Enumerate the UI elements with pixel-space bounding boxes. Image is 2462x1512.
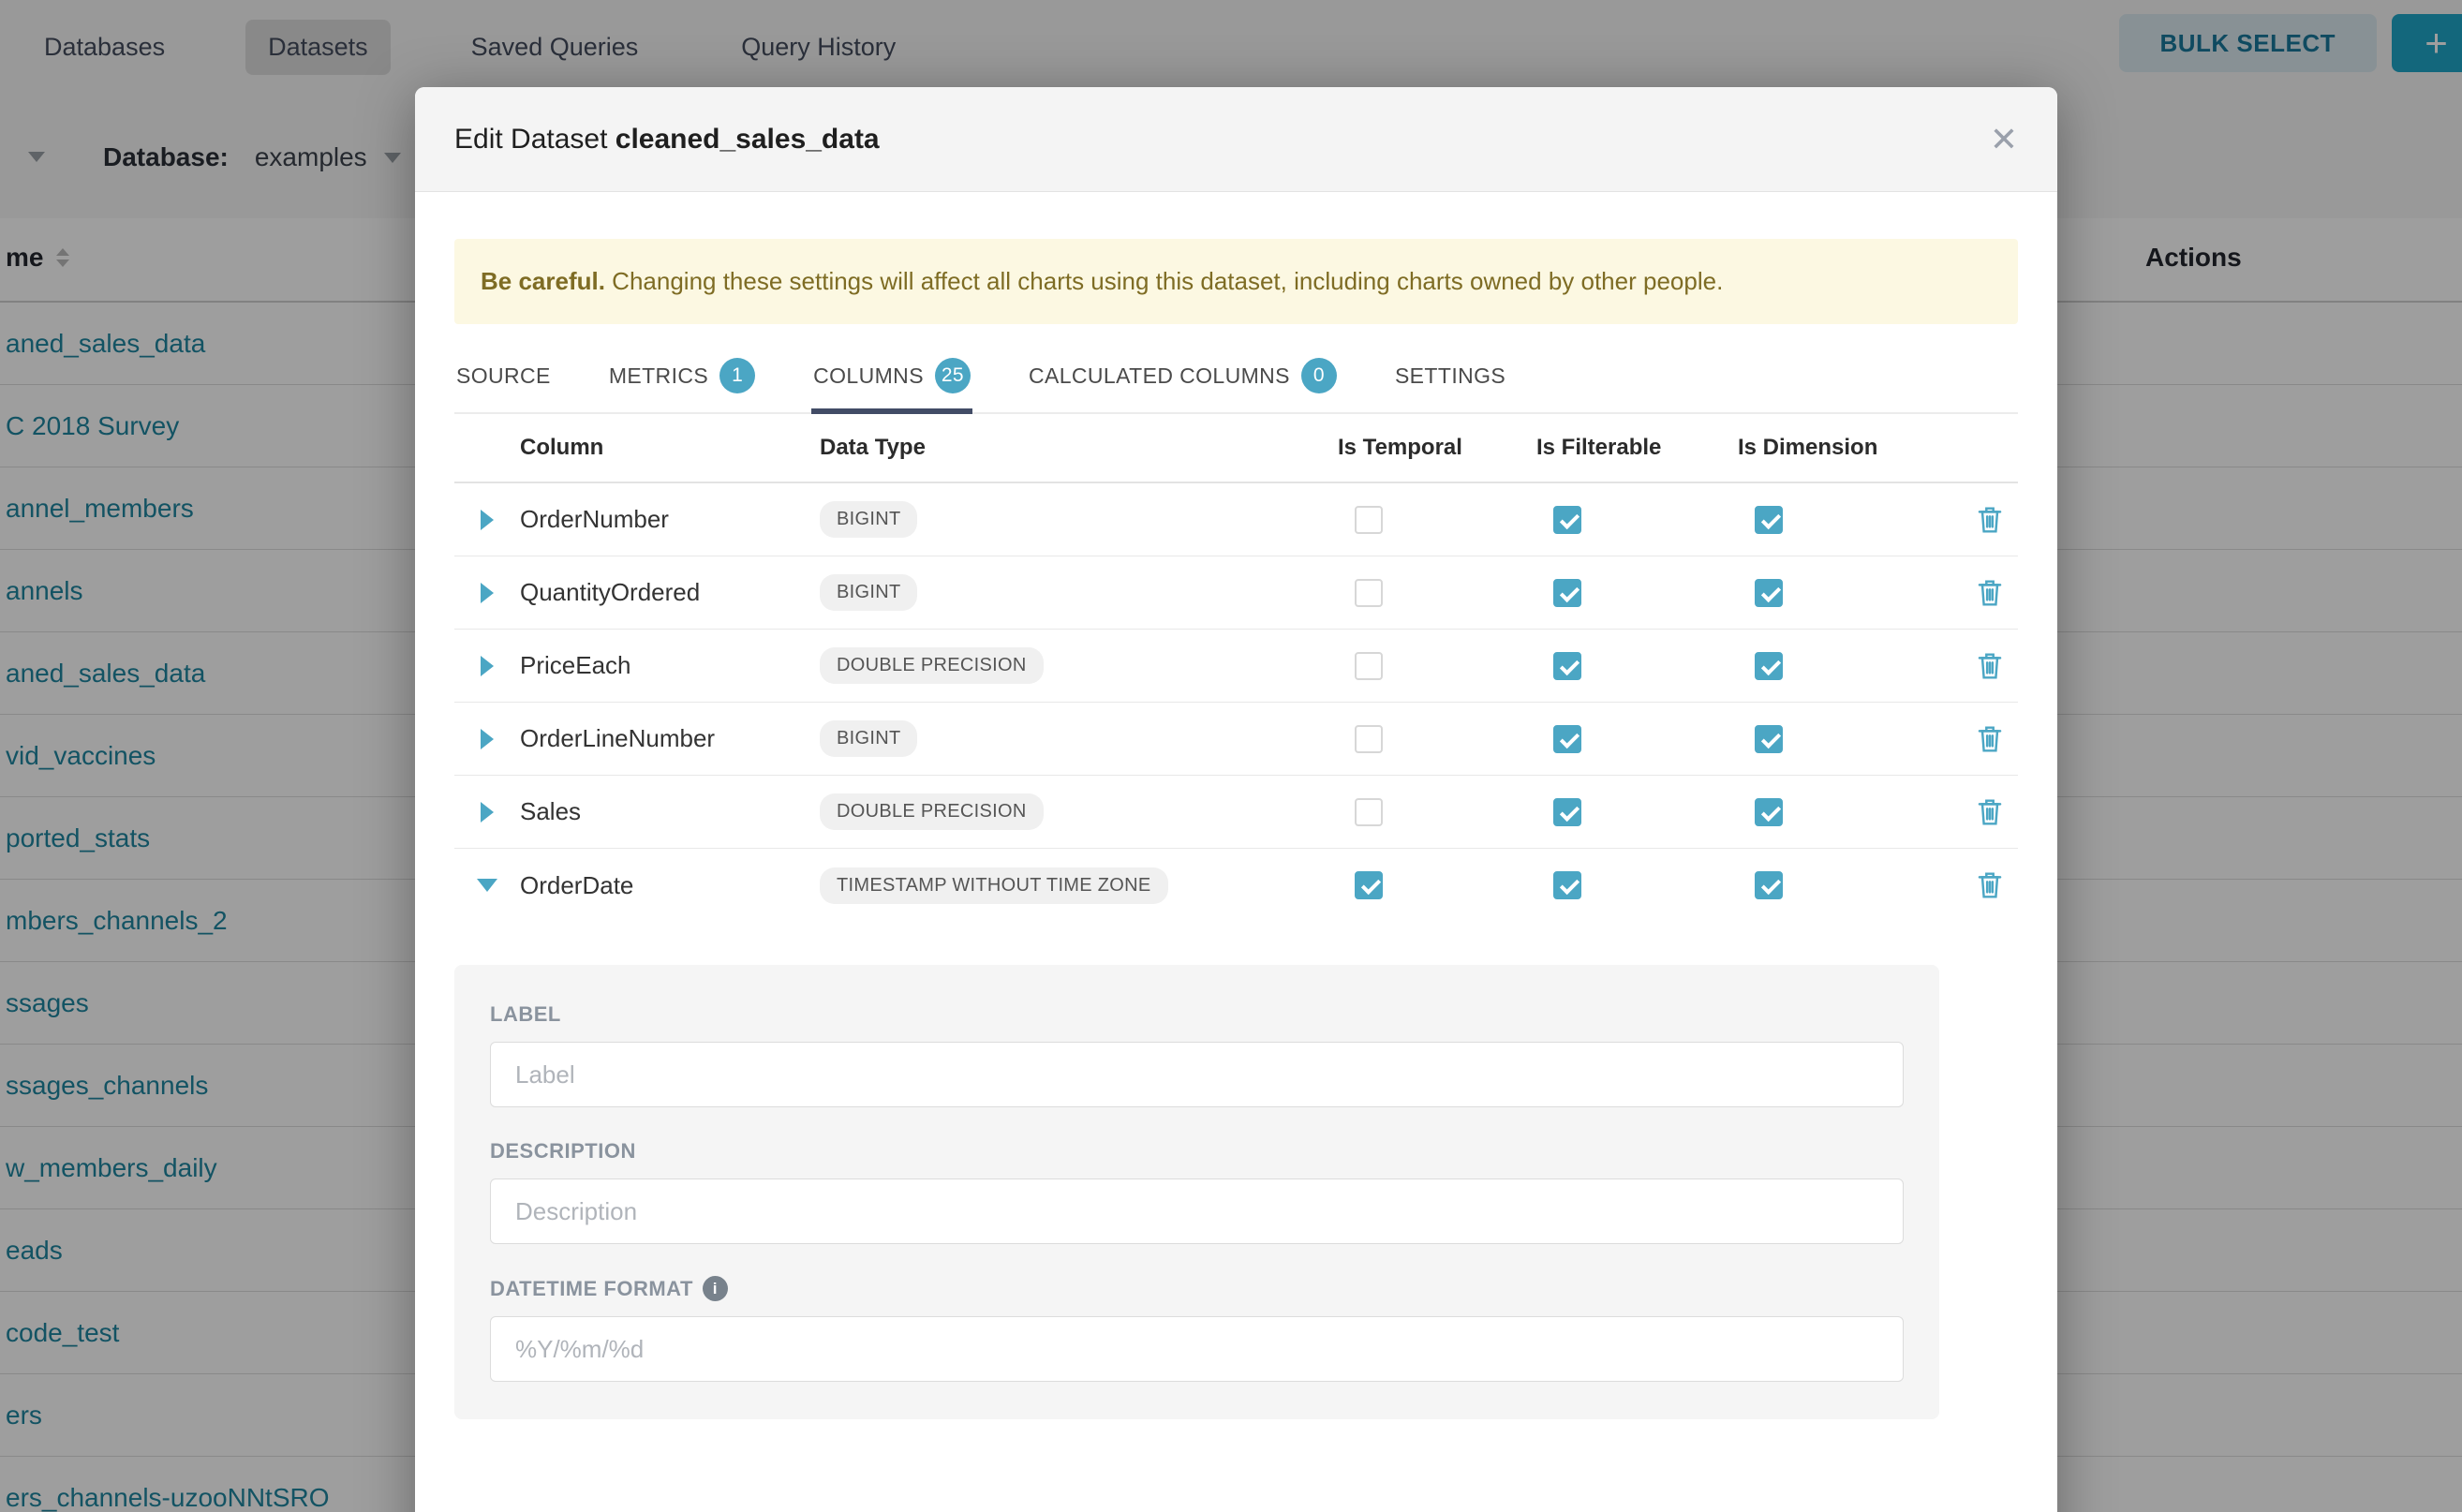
description-input[interactable] [490, 1178, 1904, 1244]
column-row: OrderDate TIMESTAMP WITHOUT TIME ZONE [454, 849, 2018, 922]
column-row: OrderLineNumber BIGINT [454, 703, 2018, 776]
data-type-badge: TIMESTAMP WITHOUT TIME ZONE [820, 867, 1168, 904]
modal-title-dataset-name: cleaned_sales_data [616, 124, 880, 155]
tab-settings[interactable]: SETTINGS [1393, 352, 1507, 412]
is-temporal-header: Is Temporal [1330, 435, 1529, 461]
description-field-label: DESCRIPTION [490, 1139, 1904, 1164]
is-temporal-checkbox[interactable] [1355, 506, 1383, 534]
label-input[interactable] [490, 1042, 1904, 1107]
column-name: PriceEach [520, 651, 820, 680]
datetime-format-input[interactable] [490, 1316, 1904, 1382]
tab-columns[interactable]: COLUMNS 25 [811, 352, 972, 412]
delete-column-icon[interactable] [1962, 724, 2018, 754]
datetime-format-field-label: DATETIME FORMAT i [490, 1276, 1904, 1301]
label-field-label: LABEL [490, 1002, 1904, 1027]
tab-count-badge: 25 [935, 358, 971, 393]
modal-header: Edit Dataset cleaned_sales_data ✕ [415, 87, 2057, 192]
is-temporal-checkbox[interactable] [1355, 652, 1383, 680]
is-dimension-header: Is Dimension [1730, 435, 1936, 461]
is-filterable-checkbox[interactable] [1553, 579, 1581, 607]
column-row: PriceEach DOUBLE PRECISION [454, 630, 2018, 703]
data-type-badge: BIGINT [820, 720, 917, 757]
is-filterable-checkbox[interactable] [1553, 871, 1581, 899]
delete-column-icon[interactable] [1962, 578, 2018, 608]
delete-column-icon[interactable] [1962, 870, 2018, 900]
tab-count-badge: 1 [719, 358, 755, 393]
close-icon[interactable]: ✕ [1990, 123, 2018, 156]
column-row: QuantityOrdered BIGINT [454, 556, 2018, 630]
expand-caret-icon[interactable] [454, 802, 520, 823]
column-name: OrderDate [520, 871, 820, 900]
is-dimension-checkbox[interactable] [1755, 652, 1783, 680]
is-temporal-checkbox[interactable] [1355, 725, 1383, 753]
column-name: OrderNumber [520, 505, 820, 534]
data-type-badge: BIGINT [820, 501, 917, 538]
tab-calculated-columns[interactable]: CALCULATED COLUMNS 0 [1027, 352, 1339, 412]
is-temporal-checkbox[interactable] [1355, 798, 1383, 826]
collapse-caret-icon[interactable] [454, 879, 520, 892]
data-type-header: Data Type [820, 435, 1330, 461]
expand-caret-icon[interactable] [454, 583, 520, 603]
tab-metrics[interactable]: METRICS 1 [607, 352, 757, 412]
is-temporal-checkbox[interactable] [1355, 871, 1383, 899]
data-type-badge: DOUBLE PRECISION [820, 647, 1044, 684]
expand-caret-icon[interactable] [454, 656, 520, 676]
tab-count-badge: 0 [1301, 358, 1337, 393]
delete-column-icon[interactable] [1962, 651, 2018, 681]
edit-dataset-modal: Edit Dataset cleaned_sales_data ✕ Be car… [415, 87, 2057, 1512]
data-type-badge: DOUBLE PRECISION [820, 793, 1044, 830]
column-name: Sales [520, 797, 820, 826]
expand-caret-icon[interactable] [454, 729, 520, 749]
is-temporal-checkbox[interactable] [1355, 579, 1383, 607]
warning-banner: Be careful. Changing these settings will… [454, 239, 2018, 324]
column-detail-panel: LABEL DESCRIPTION DATETIME FORMAT i [454, 965, 1939, 1419]
modal-title-prefix: Edit Dataset [454, 124, 607, 155]
expand-caret-icon[interactable] [454, 510, 520, 530]
modal-tabs: SOURCE METRICS 1 COLUMNS 25 CALCULATED C… [454, 352, 2018, 414]
is-filterable-checkbox[interactable] [1553, 652, 1581, 680]
warning-bold-text: Be careful. [481, 267, 605, 295]
column-name: QuantityOrdered [520, 578, 820, 607]
warning-text: Changing these settings will affect all … [605, 267, 1723, 295]
column-row: OrderNumber BIGINT [454, 483, 2018, 556]
is-filterable-header: Is Filterable [1529, 435, 1730, 461]
is-dimension-checkbox[interactable] [1755, 506, 1783, 534]
data-type-badge: BIGINT [820, 574, 917, 611]
is-filterable-checkbox[interactable] [1553, 798, 1581, 826]
columns-table-header: Column Data Type Is Temporal Is Filterab… [454, 414, 2018, 483]
is-filterable-checkbox[interactable] [1553, 506, 1581, 534]
column-row: Sales DOUBLE PRECISION [454, 776, 2018, 849]
tab-source[interactable]: SOURCE [454, 352, 553, 412]
delete-column-icon[interactable] [1962, 797, 2018, 827]
column-name: OrderLineNumber [520, 724, 820, 753]
is-dimension-checkbox[interactable] [1755, 725, 1783, 753]
info-icon[interactable]: i [703, 1276, 728, 1301]
modal-title: Edit Dataset cleaned_sales_data [454, 124, 880, 156]
is-dimension-checkbox[interactable] [1755, 871, 1783, 899]
delete-column-icon[interactable] [1962, 505, 2018, 535]
column-header: Column [520, 435, 820, 461]
is-dimension-checkbox[interactable] [1755, 798, 1783, 826]
is-dimension-checkbox[interactable] [1755, 579, 1783, 607]
is-filterable-checkbox[interactable] [1553, 725, 1581, 753]
